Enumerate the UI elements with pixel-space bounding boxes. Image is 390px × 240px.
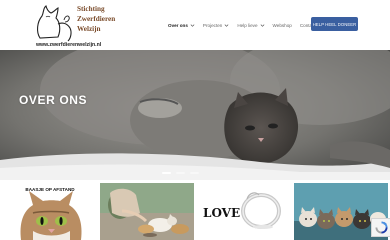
tile-feeding-cats[interactable]: [100, 183, 194, 240]
chevron-down-icon: [190, 23, 195, 27]
site-header: Stichting Zwerfdieren Welzijn www.zwerfd…: [0, 0, 390, 50]
project-tiles: BAASJE OP AFSTAND LOVE: [0, 183, 390, 240]
love-ring-image: LOVE: [197, 183, 291, 240]
slider-dot[interactable]: [176, 172, 185, 174]
nav-item-webshop[interactable]: Webshop: [273, 23, 292, 28]
hero-kittens-image: [0, 50, 390, 180]
nav-item-label: Webshop: [272, 22, 292, 28]
nav-item-help-lieve[interactable]: Help lieve: [237, 23, 264, 28]
slider-dots: [162, 172, 204, 174]
recaptcha-badge[interactable]: [371, 218, 390, 237]
tile-love-jewelry[interactable]: LOVE: [197, 183, 291, 240]
slider-dot[interactable]: [190, 172, 199, 174]
chevron-down-icon: [260, 23, 264, 27]
site-logo[interactable]: Stichting Zwerfdieren Welzijn www.zwerfd…: [34, 4, 116, 48]
tile-caption: BAASJE OP AFSTAND: [25, 187, 75, 192]
nav-item-projecten[interactable]: Projecten: [203, 23, 229, 28]
hero-slider: OVER ONS: [0, 50, 390, 180]
donate-button[interactable]: HELP HEEL DONEER: [311, 17, 358, 31]
logo-line-1: Stichting: [77, 5, 105, 13]
tile-baasje-op-afstand[interactable]: BAASJE OP AFSTAND: [3, 183, 97, 240]
cat-dog-logo-icon: [37, 5, 72, 42]
chevron-down-icon: [224, 23, 229, 27]
main-nav: Over ons Projecten Help lieve Webshop Co…: [168, 20, 324, 30]
slider-dot[interactable]: [162, 172, 171, 174]
love-text: LOVE: [203, 206, 240, 220]
nav-item-label: Projecten: [202, 22, 223, 28]
nav-item-over-ons[interactable]: Over ons: [168, 23, 195, 28]
nav-item-label: Over ons: [168, 22, 188, 28]
feeding-cats-image: [100, 183, 194, 240]
nav-item-label: Help lieve: [237, 22, 258, 28]
logo-line-2: Zwerfdieren: [77, 15, 116, 23]
logo-line-3: Welzijn: [77, 25, 101, 33]
recaptcha-icon: [374, 221, 388, 234]
hero-title: OVER ONS: [19, 93, 88, 107]
logo-url: www.zwerfdierenwelzijn.nl: [36, 42, 102, 48]
